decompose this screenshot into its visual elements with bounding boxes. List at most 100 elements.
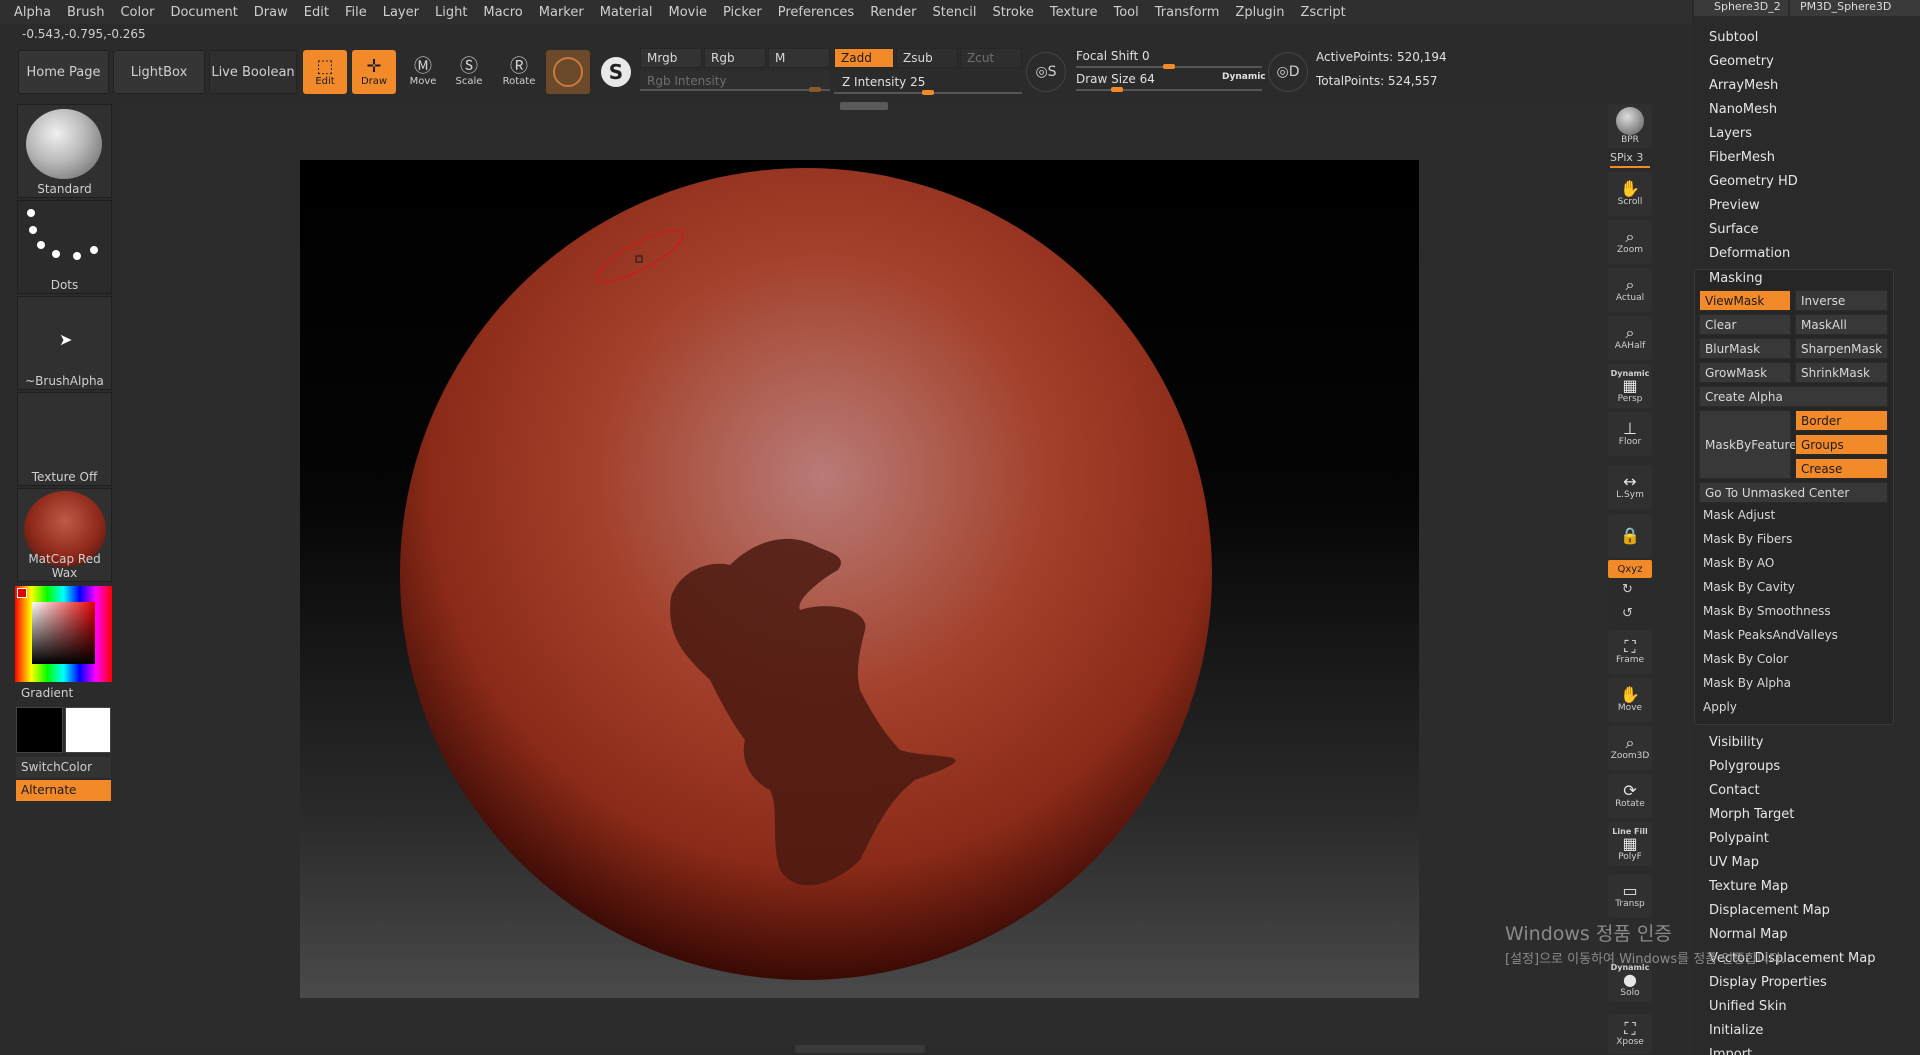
menu-material[interactable]: Material [600, 5, 653, 20]
palette-apply[interactable]: Apply [1703, 700, 1737, 714]
edit-mode-button[interactable]: ⬚ Edit [303, 50, 347, 94]
menu-texture[interactable]: Texture [1050, 5, 1098, 20]
menu-tool[interactable]: Tool [1113, 5, 1138, 20]
crease-toggle[interactable]: Crease [1795, 458, 1888, 479]
focal-shift-knob[interactable] [1163, 64, 1175, 69]
menu-zplugin[interactable]: Zplugin [1235, 5, 1284, 20]
palette-arraymesh[interactable]: ArrayMesh [1709, 78, 1778, 93]
bottom-scroll-handle[interactable] [795, 1045, 925, 1053]
palette-layers[interactable]: Layers [1709, 126, 1752, 141]
menu-file[interactable]: File [345, 5, 367, 20]
spotlight-button[interactable]: S [594, 50, 638, 94]
zcut-button[interactable]: Zcut [960, 48, 1022, 68]
spix-label[interactable]: SPix 3 [1610, 151, 1643, 164]
primary-color-swatch[interactable] [16, 707, 63, 753]
palette-subtool[interactable]: Subtool [1709, 30, 1758, 45]
lock-button[interactable]: 🔒 [1608, 514, 1652, 558]
palette-mask-by-smoothness[interactable]: Mask By Smoothness [1703, 604, 1831, 618]
draw-size-knob[interactable] [1110, 87, 1123, 92]
stroke-selector[interactable]: Dots [17, 200, 112, 294]
zoom-button[interactable]: ⌕ Zoom [1608, 220, 1652, 264]
palette-contact[interactable]: Contact [1709, 783, 1760, 798]
document-canvas[interactable] [300, 160, 1419, 998]
palette-deformation[interactable]: Deformation [1709, 246, 1790, 261]
palette-fibermesh[interactable]: FiberMesh [1709, 150, 1775, 165]
menu-macro[interactable]: Macro [483, 5, 522, 20]
palette-morph-target[interactable]: Morph Target [1709, 807, 1794, 822]
move-mode-button[interactable]: Ⓜ Move [401, 50, 445, 94]
alpha-selector[interactable]: ➤ ~BrushAlpha [17, 296, 112, 390]
menu-transform[interactable]: Transform [1155, 5, 1220, 20]
menu-zscript[interactable]: Zscript [1301, 5, 1346, 20]
palette-uv-map[interactable]: UV Map [1709, 855, 1759, 870]
live-boolean-button[interactable]: Live Boolean [209, 50, 297, 94]
palette-displacement-map[interactable]: Displacement Map [1709, 903, 1830, 918]
menu-draw[interactable]: Draw [254, 5, 288, 20]
go-to-unmasked-center-button[interactable]: Go To Unmasked Center [1699, 482, 1888, 503]
palette-mask-by-cavity[interactable]: Mask By Cavity [1703, 580, 1795, 594]
create-alpha-button[interactable]: Create Alpha [1699, 386, 1888, 407]
color-picker[interactable] [15, 586, 112, 682]
menu-stroke[interactable]: Stroke [992, 5, 1033, 20]
switch-color-button[interactable]: SwitchColor [16, 757, 111, 778]
rotate-y-icon[interactable]: ↻ [1622, 582, 1633, 597]
menu-document[interactable]: Document [170, 5, 237, 20]
zsub-button[interactable]: Zsub [896, 48, 958, 68]
menu-render[interactable]: Render [870, 5, 916, 20]
subtool-tab-pm3d-sphere3d[interactable]: PM3D_Sphere3D [1790, 0, 1920, 16]
material-sphere-button[interactable] [546, 50, 590, 94]
palette-geometry-hd[interactable]: Geometry HD [1709, 174, 1798, 189]
frame-button[interactable]: ⛶ Frame [1608, 630, 1652, 674]
rgb-button[interactable]: Rgb [704, 48, 766, 68]
lazy-mouse-button[interactable]: ◎S [1026, 52, 1066, 92]
palette-preview[interactable]: Preview [1709, 198, 1760, 213]
main-color-swatch[interactable] [17, 588, 27, 598]
palette-import[interactable]: Import [1709, 1047, 1752, 1055]
move-view-button[interactable]: ✋ Move [1608, 678, 1652, 722]
maskbyfeature-button[interactable]: MaskByFeature [1699, 410, 1797, 479]
zoom3d-button[interactable]: ⌕ Zoom3D [1608, 726, 1652, 770]
texture-selector[interactable]: Texture Off [17, 392, 112, 486]
palette-geometry[interactable]: Geometry [1709, 54, 1774, 69]
viewmask-button[interactable]: ViewMask [1699, 290, 1791, 311]
rgb-intensity-slider[interactable]: Rgb Intensity [640, 71, 830, 91]
spix-slider[interactable] [1610, 166, 1650, 168]
palette-polypaint[interactable]: Polypaint [1709, 831, 1769, 846]
palette-mask-by-alpha[interactable]: Mask By Alpha [1703, 676, 1791, 690]
mrgb-button[interactable]: Mrgb [640, 48, 702, 68]
menu-alpha[interactable]: Alpha [14, 5, 51, 20]
polyframe-button[interactable]: Line Fill ▦ PolyF [1608, 822, 1652, 866]
sharpenmask-button[interactable]: SharpenMask [1795, 338, 1888, 359]
scale-mode-button[interactable]: Ⓢ Scale [447, 50, 491, 94]
rgb-intensity-knob[interactable] [809, 87, 822, 92]
xpose-button[interactable]: ⛶ Xpose [1608, 1014, 1652, 1054]
shrinkmask-button[interactable]: ShrinkMask [1795, 362, 1888, 383]
m-button[interactable]: M [768, 48, 830, 68]
bpr-button[interactable]: BPR [1608, 104, 1652, 148]
color-saturation-square[interactable] [32, 602, 95, 664]
masking-title[interactable]: Masking [1709, 271, 1763, 286]
blurmask-button[interactable]: BlurMask [1699, 338, 1791, 359]
palette-initialize[interactable]: Initialize [1709, 1023, 1763, 1038]
sphere-render[interactable] [300, 160, 1419, 998]
transparency-button[interactable]: ▭ Transp [1608, 874, 1652, 918]
palette-unified-skin[interactable]: Unified Skin [1709, 999, 1787, 1014]
floor-button[interactable]: ⊥ Floor [1608, 412, 1652, 456]
palette-mask-by-color[interactable]: Mask By Color [1703, 652, 1788, 666]
menu-layer[interactable]: Layer [383, 5, 419, 20]
material-selector[interactable]: MatCap Red Wax [17, 488, 112, 582]
gradient-label[interactable]: Gradient [21, 686, 73, 700]
menu-brush[interactable]: Brush [67, 5, 105, 20]
palette-texture-map[interactable]: Texture Map [1709, 879, 1788, 894]
top-scroll-handle[interactable] [840, 102, 888, 110]
maskall-button[interactable]: MaskAll [1795, 314, 1888, 335]
menu-movie[interactable]: Movie [669, 5, 707, 20]
secondary-color-swatch[interactable] [65, 707, 111, 753]
zadd-button[interactable]: Zadd [834, 48, 894, 68]
subtool-tab-sphere3d-2[interactable]: Sphere3D_2 [1694, 0, 1788, 16]
palette-mask-by-fibers[interactable]: Mask By Fibers [1703, 532, 1792, 546]
menu-stencil[interactable]: Stencil [932, 5, 976, 20]
menu-color[interactable]: Color [120, 5, 154, 20]
growmask-button[interactable]: GrowMask [1699, 362, 1791, 383]
menu-edit[interactable]: Edit [304, 5, 329, 20]
